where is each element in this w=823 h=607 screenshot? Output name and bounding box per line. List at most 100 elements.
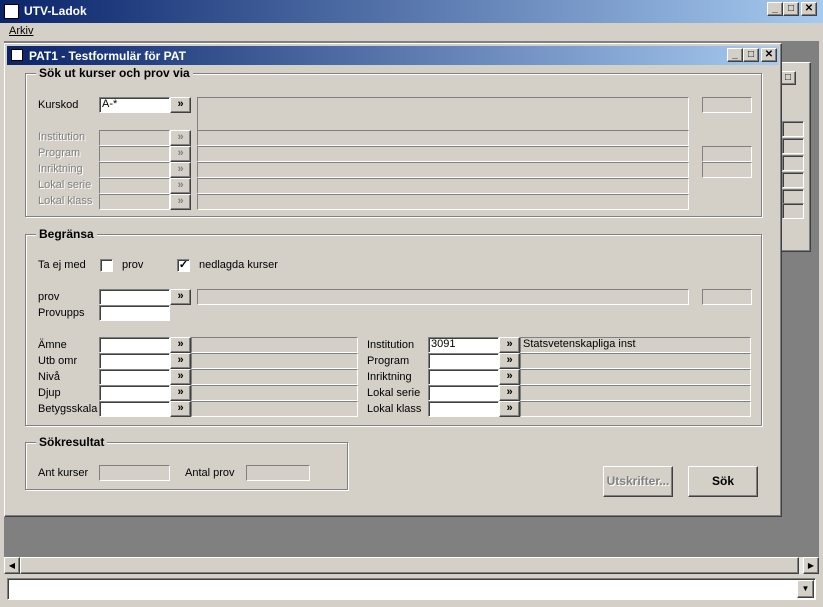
limit-lokal-klass-label: Lokal klass [367, 403, 422, 415]
kurskod-input[interactable]: A-* [99, 97, 170, 113]
limit-institution-lookup-button[interactable]: » [499, 337, 520, 353]
djup-input[interactable] [99, 385, 170, 401]
limit-program-input[interactable] [428, 353, 499, 369]
program-lookup-button[interactable]: » [170, 146, 191, 162]
niva-input[interactable] [99, 369, 170, 385]
niva-lookup-button[interactable]: » [170, 369, 191, 385]
limit-lokal-serie-lookup-button[interactable]: » [499, 385, 520, 401]
inriktning-lookup-button[interactable]: » [170, 162, 191, 178]
scroll-right-button[interactable]: ▶ [803, 557, 819, 574]
lokal-klass-description [197, 194, 689, 210]
prov-description [197, 289, 689, 305]
kurskod-lookup-button[interactable]: » [170, 97, 191, 113]
betygsskala-input[interactable] [99, 401, 170, 417]
pat1-window: PAT1 - Testformulär för PAT _ □ ✕ Sök ut… [4, 43, 782, 517]
bg-field [782, 155, 804, 171]
limit-inriktning-description [520, 369, 751, 385]
provupps-label: Provupps [38, 307, 85, 319]
window-icon [11, 49, 23, 61]
institution-lookup-button[interactable]: » [170, 130, 191, 146]
amne-lookup-button[interactable]: » [170, 337, 191, 353]
inriktning-label: Inriktning [38, 163, 83, 175]
inriktning-code-field [99, 162, 170, 178]
limit-inriktning-lookup-button[interactable]: » [499, 369, 520, 385]
niva-description [191, 369, 358, 385]
app-maximize-button[interactable]: □ [783, 2, 799, 16]
betygsskala-lookup-button[interactable]: » [170, 401, 191, 417]
program-label: Program [38, 147, 81, 159]
kurskod-description [197, 97, 689, 131]
amne-input[interactable] [99, 337, 170, 353]
limit-program-description [520, 353, 751, 369]
limit-group-title: Begränsa [36, 227, 97, 241]
scroll-left-button[interactable]: ◀ [4, 557, 20, 574]
prov-checkbox-label: prov [122, 259, 144, 271]
program-extra-field [702, 146, 752, 162]
limit-institution-description: Statsvetenskapliga inst [520, 337, 751, 353]
djup-lookup-button[interactable]: » [170, 385, 191, 401]
search-count-field [702, 97, 752, 113]
betygsskala-label: Betygsskala [38, 403, 98, 415]
menu-arkiv[interactable]: Arkiv [9, 25, 33, 37]
inriktning-description [197, 162, 689, 178]
institution-label: Institution [38, 131, 86, 143]
djup-description [191, 385, 358, 401]
app-title: UTV-Ladok [24, 4, 87, 18]
limit-program-lookup-button[interactable]: » [499, 353, 520, 369]
lokal-serie-code-field [99, 178, 170, 194]
amne-description [191, 337, 358, 353]
app-close-button[interactable]: ✕ [801, 2, 817, 16]
program-code-field [99, 146, 170, 162]
prov-input[interactable] [99, 289, 170, 305]
limit-lokal-serie-label: Lokal serie [367, 387, 421, 399]
betygsskala-description [191, 401, 358, 417]
institution-description [197, 130, 689, 146]
prov-label: prov [38, 291, 60, 303]
prov-checkbox[interactable] [100, 259, 113, 272]
kurskod-label: Kurskod [38, 99, 79, 111]
nedlagda-checkbox-label: nedlagda kurser [199, 259, 278, 271]
bg-field [782, 172, 804, 188]
status-combo[interactable]: ▼ [7, 578, 816, 600]
niva-label: Nivå [38, 371, 61, 383]
amne-label: Ämne [38, 339, 67, 351]
bg-field [782, 203, 804, 219]
bg-field [782, 121, 804, 137]
limit-institution-label: Institution [367, 339, 415, 351]
limit-inriktning-input[interactable] [428, 369, 499, 385]
limit-lokal-klass-description [520, 401, 751, 417]
sok-button[interactable]: Sök [688, 466, 758, 497]
lokal-klass-lookup-button[interactable]: » [170, 194, 191, 210]
limit-lokal-klass-input[interactable] [428, 401, 499, 417]
utb-omr-lookup-button[interactable]: » [170, 353, 191, 369]
limit-inriktning-label: Inriktning [367, 371, 412, 383]
program-description [197, 146, 689, 162]
nedlagda-checkbox[interactable]: ✓ [177, 259, 190, 272]
lokal-klass-code-field [99, 194, 170, 210]
lokal-serie-lookup-button[interactable]: » [170, 178, 191, 194]
window-maximize-button[interactable]: □ [743, 48, 759, 62]
utskrifter-button[interactable]: Utskrifter... [603, 466, 673, 497]
status-combo-dropdown-button[interactable]: ▼ [797, 580, 814, 598]
prov-lookup-button[interactable]: » [170, 289, 191, 305]
bg-maximize-button[interactable]: □ [780, 71, 796, 85]
horizontal-scrollbar[interactable]: ◀ ▶ [4, 557, 819, 574]
search-group-title: Sök ut kurser och prov via [36, 66, 193, 80]
scroll-thumb[interactable] [20, 557, 799, 574]
provupps-input[interactable] [99, 305, 170, 321]
limit-institution-input[interactable]: 3091 [428, 337, 499, 353]
ant-kurser-label: Ant kurser [38, 467, 89, 479]
lokal-klass-label: Lokal klass [38, 195, 93, 207]
limit-program-label: Program [367, 355, 410, 367]
window-close-button[interactable]: ✕ [761, 48, 777, 62]
utb-omr-input[interactable] [99, 353, 170, 369]
djup-label: Djup [38, 387, 61, 399]
antal-prov-field [246, 465, 310, 481]
limit-lokal-klass-lookup-button[interactable]: » [499, 401, 520, 417]
app-icon [4, 4, 19, 19]
result-group-title: Sökresultat [36, 435, 108, 449]
app-minimize-button[interactable]: _ [767, 2, 783, 16]
window-minimize-button[interactable]: _ [727, 48, 743, 62]
limit-lokal-serie-input[interactable] [428, 385, 499, 401]
lokal-serie-description [197, 178, 689, 194]
